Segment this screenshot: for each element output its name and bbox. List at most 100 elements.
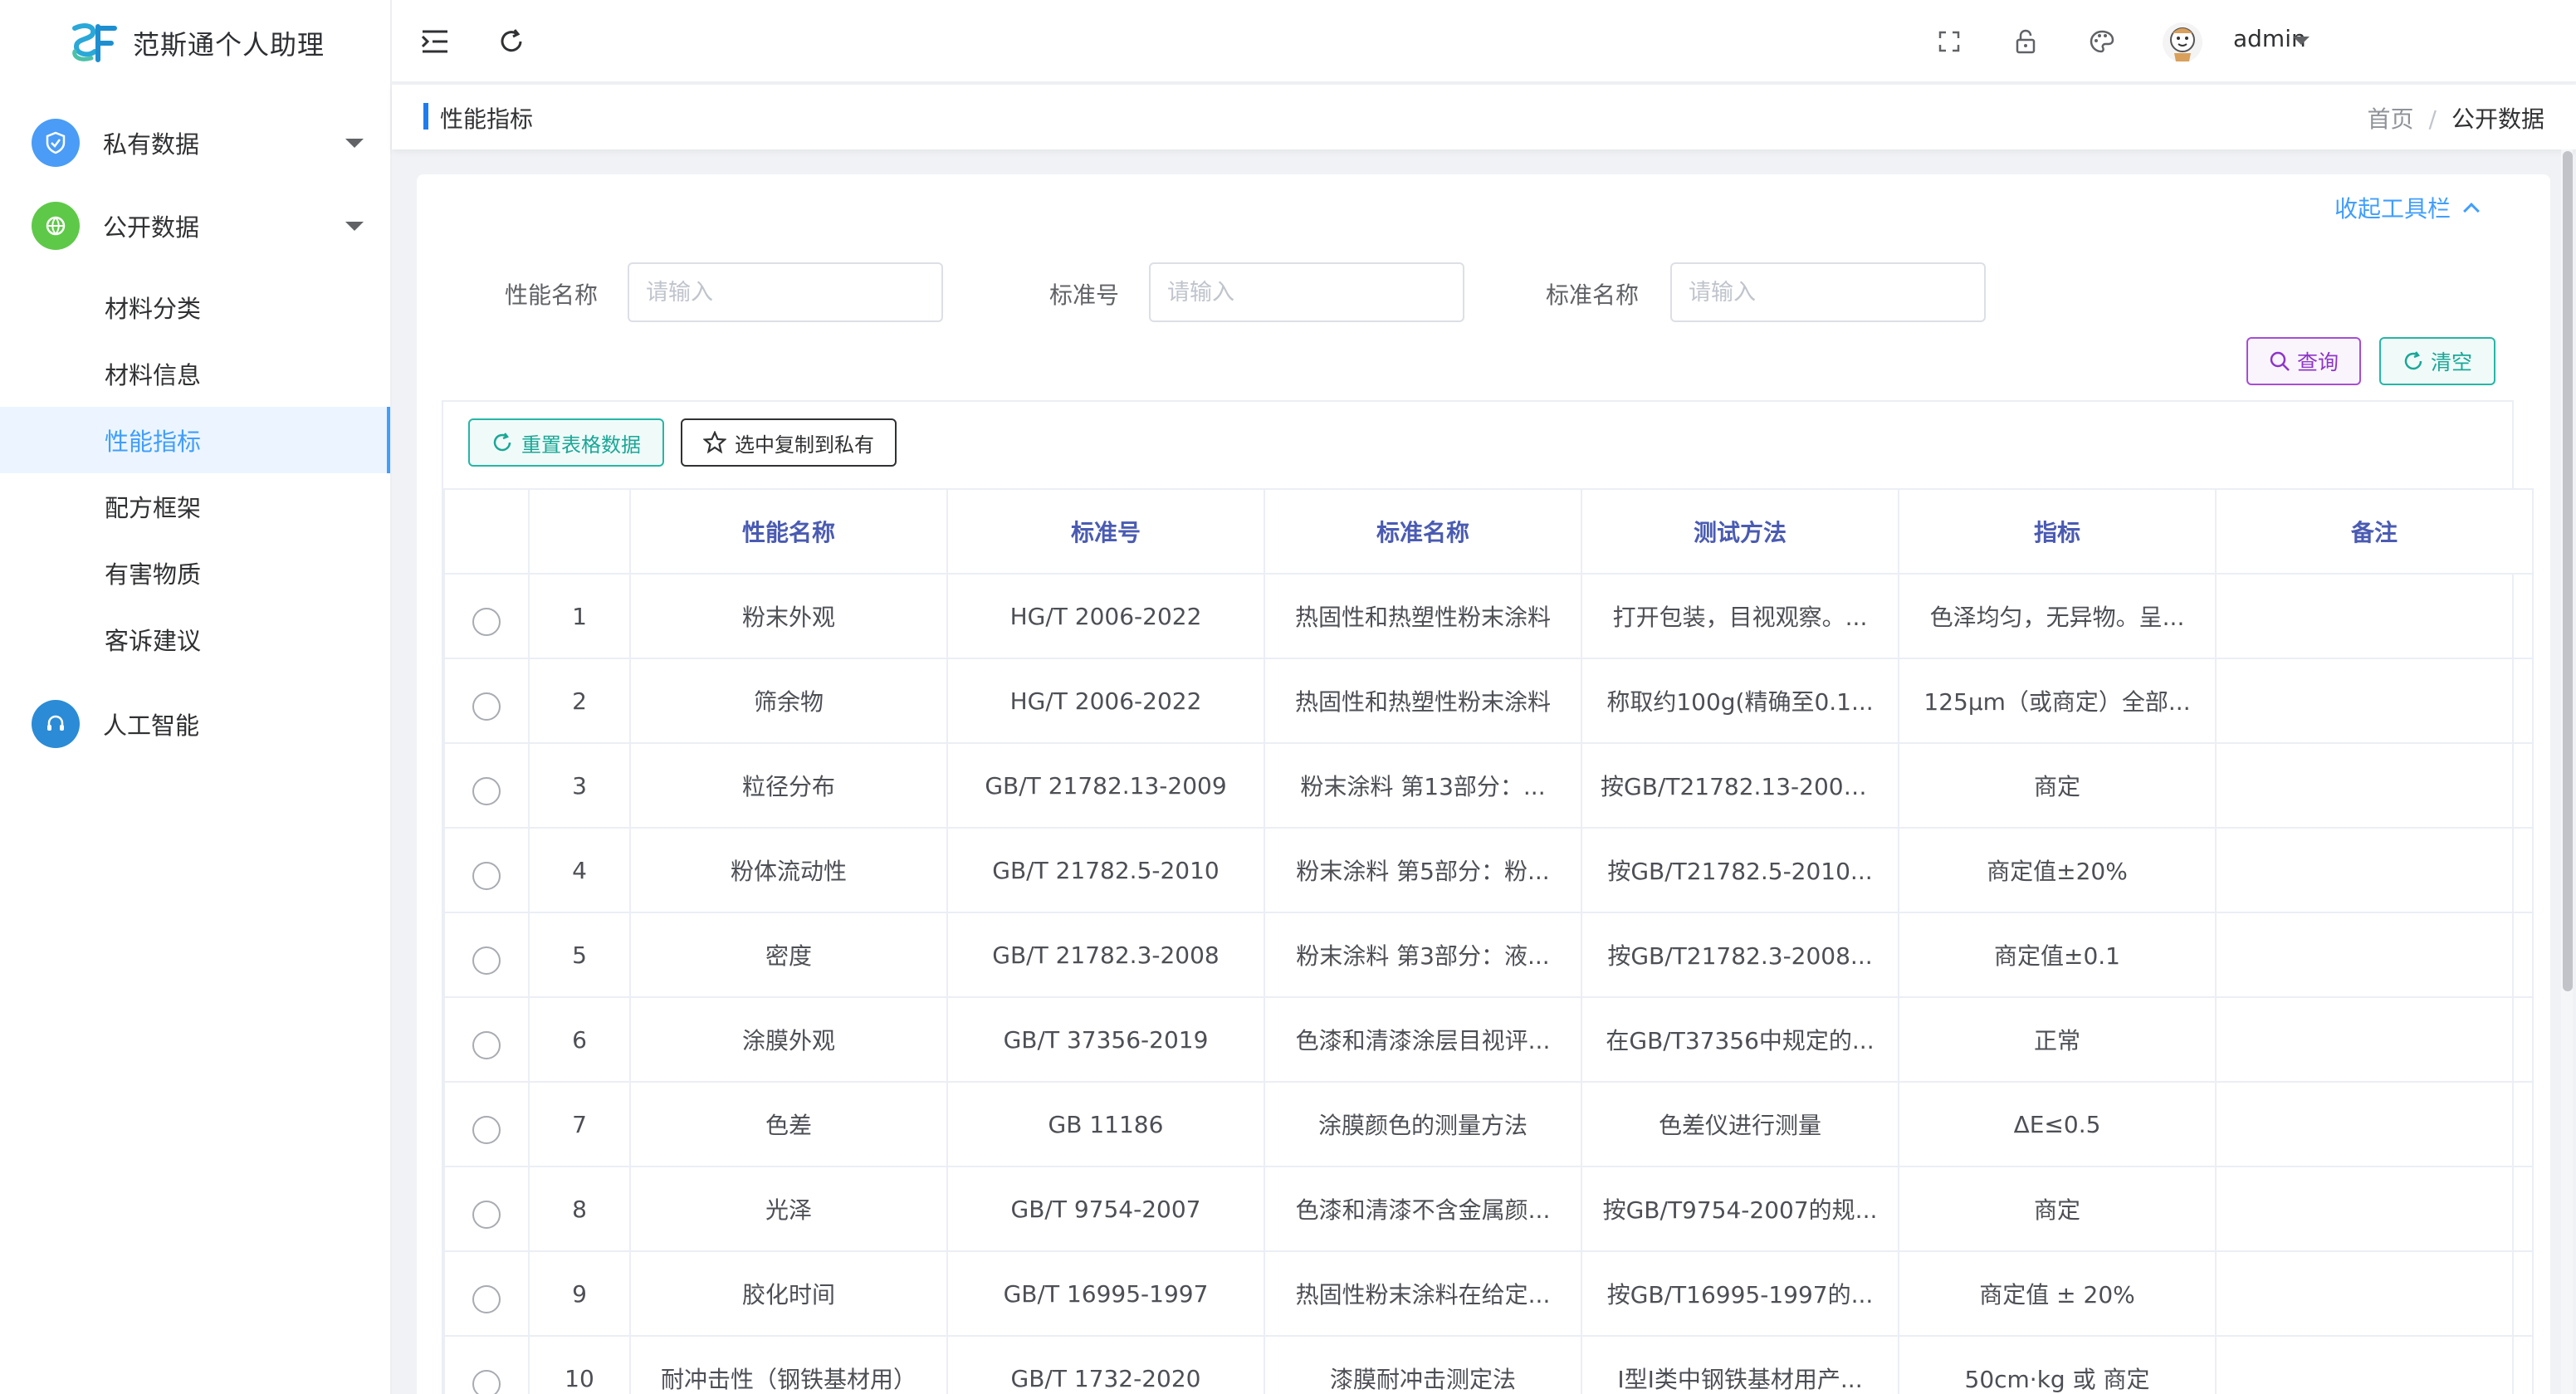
- sidebar-item-material-info[interactable]: 材料信息: [0, 340, 390, 407]
- page-scrollbar-thumb[interactable]: [2563, 151, 2573, 991]
- column-header-index: [528, 488, 631, 575]
- sidebar-item-formula-framework[interactable]: 配方框架: [0, 473, 390, 540]
- cell-standard-name: 粉末涂料 第3部分：液...: [1264, 912, 1582, 998]
- sidebar-item-performance-index[interactable]: 性能指标: [0, 407, 390, 473]
- clear-button[interactable]: 清空: [2379, 337, 2495, 385]
- breadcrumb-bar: 性能指标 首页 / 公开数据: [392, 85, 2576, 149]
- fullscreen-icon[interactable]: [1931, 23, 1967, 60]
- sidebar-item-complaints-suggestions[interactable]: 客诉建议: [0, 606, 390, 673]
- cell-index: 5: [528, 912, 631, 998]
- row-select-cell: [443, 827, 530, 913]
- refresh-icon[interactable]: [493, 23, 530, 60]
- standard-no-input[interactable]: [1149, 262, 1464, 322]
- row-radio[interactable]: [472, 1030, 501, 1059]
- cell-standard-name: 漆膜耐冲击测定法: [1264, 1335, 1582, 1394]
- menu-group-public-data[interactable]: 公开数据: [0, 193, 390, 259]
- row-radio[interactable]: [472, 946, 501, 975]
- cell-remarks: [2215, 573, 2534, 659]
- sidebar-item-label: 材料分类: [105, 295, 202, 323]
- column-header-select: [443, 488, 530, 575]
- lock-icon[interactable]: [2007, 23, 2044, 60]
- column-header-standard-name[interactable]: 标准名称: [1264, 488, 1582, 575]
- row-radio[interactable]: [472, 1115, 501, 1144]
- row-select-cell: [443, 996, 530, 1083]
- sidebar-item-label: 有害物质: [105, 560, 202, 589]
- copy-to-private-button[interactable]: 选中复制到私有: [681, 418, 897, 467]
- row-select-cell: [443, 742, 530, 829]
- row-radio[interactable]: [472, 776, 501, 805]
- row-radio[interactable]: [472, 861, 501, 890]
- property-name-input[interactable]: [628, 262, 943, 322]
- table-row[interactable]: 4 粉体流动性 GB/T 21782.5-2010 粉末涂料 第5部分：粉...…: [443, 827, 2534, 913]
- cell-remarks: [2215, 1335, 2534, 1394]
- content-panel: 收起工具栏 性能名称 标准号 标准名称 查询 清空 重置表格数据 选中复制到私有: [417, 174, 2550, 1394]
- menu-fold-icon[interactable]: [417, 23, 453, 60]
- row-radio[interactable]: [472, 607, 501, 636]
- table-row[interactable]: 7 色差 GB 11186 涂膜颜色的测量方法 色差仪进行测量 ΔE≤0.5: [443, 1081, 2534, 1167]
- cell-test-method: 按GB/T9754-2007的规...: [1581, 1166, 1899, 1252]
- row-select-cell: [443, 658, 530, 744]
- menu-group-ai[interactable]: 人工智能: [0, 691, 390, 757]
- row-radio[interactable]: [472, 692, 501, 721]
- reset-table-button[interactable]: 重置表格数据: [468, 418, 664, 467]
- user-dropdown-icon[interactable]: [2293, 37, 2310, 45]
- cell-remarks: [2215, 996, 2534, 1083]
- cell-indicator: 正常: [1898, 996, 2217, 1083]
- table-row[interactable]: 3 粒径分布 GB/T 21782.13-2009 粉末涂料 第13部分：...…: [443, 742, 2534, 829]
- query-button[interactable]: 查询: [2246, 337, 2361, 385]
- table-row[interactable]: 9 胶化时间 GB/T 16995-1997 热固性粉末涂料在给定... 按GB…: [443, 1250, 2534, 1337]
- row-radio[interactable]: [472, 1369, 501, 1394]
- row-select-cell: [443, 1335, 530, 1394]
- column-header-remarks[interactable]: 备注: [2215, 488, 2534, 575]
- app-logo[interactable]: 范斯通个人助理: [70, 20, 325, 66]
- cell-property-name: 光泽: [629, 1166, 948, 1252]
- cell-index: 8: [528, 1166, 631, 1252]
- cell-property-name: 密度: [629, 912, 948, 998]
- cell-standard-no: GB/T 21782.3-2008: [946, 912, 1265, 998]
- column-header-standard-no[interactable]: 标准号: [946, 488, 1265, 575]
- palette-icon[interactable]: [2084, 23, 2120, 60]
- menu-group-private-data[interactable]: 私有数据: [0, 110, 390, 176]
- cell-test-method: 在GB/T37356中规定的...: [1581, 996, 1899, 1083]
- cell-standard-no: GB 11186: [946, 1081, 1265, 1167]
- table-row[interactable]: 10 耐冲击性（钢铁基材用） GB/T 1732-2020 漆膜耐冲击测定法 Ⅰ…: [443, 1335, 2534, 1394]
- property-name-label: 性能名称: [505, 281, 599, 309]
- table-row[interactable]: 2 筛余物 HG/T 2006-2022 热固性和热塑性粉末涂料 称取约100g…: [443, 658, 2534, 744]
- standard-name-input[interactable]: [1670, 262, 1986, 322]
- row-select-cell: [443, 912, 530, 998]
- cell-standard-name: 色漆和清漆涂层目视评...: [1264, 996, 1582, 1083]
- sidebar-item-material-category[interactable]: 材料分类: [0, 274, 390, 340]
- breadcrumb-home[interactable]: 首页: [2368, 105, 2414, 133]
- breadcrumb-current: 公开数据: [2451, 105, 2544, 133]
- avatar[interactable]: [2160, 20, 2205, 65]
- cell-property-name: 耐冲击性（钢铁基材用）: [629, 1335, 948, 1394]
- table-row[interactable]: 1 粉末外观 HG/T 2006-2022 热固性和热塑性粉末涂料 打开包装，目…: [443, 573, 2534, 659]
- row-radio[interactable]: [472, 1200, 501, 1229]
- column-header-test-method[interactable]: 测试方法: [1581, 488, 1899, 575]
- column-header-indicator[interactable]: 指标: [1898, 488, 2217, 575]
- row-select-cell: [443, 1166, 530, 1252]
- cell-standard-name: 涂膜颜色的测量方法: [1264, 1081, 1582, 1167]
- cell-standard-name: 热固性和热塑性粉末涂料: [1264, 658, 1582, 744]
- sidebar-item-hazardous-substances[interactable]: 有害物质: [0, 540, 390, 606]
- table-row[interactable]: 6 涂膜外观 GB/T 37356-2019 色漆和清漆涂层目视评... 在GB…: [443, 996, 2534, 1083]
- cell-index: 4: [528, 827, 631, 913]
- cell-property-name: 筛余物: [629, 658, 948, 744]
- headset-icon: [32, 700, 80, 748]
- cell-remarks: [2215, 1250, 2534, 1337]
- column-header-property-name[interactable]: 性能名称: [629, 488, 948, 575]
- table-row[interactable]: 8 光泽 GB/T 9754-2007 色漆和清漆不含金属颜... 按GB/T9…: [443, 1166, 2534, 1252]
- star-icon: [703, 431, 726, 454]
- cell-test-method: 打开包装，目视观察。...: [1581, 573, 1899, 659]
- cell-index: 10: [528, 1335, 631, 1394]
- title-accent-bar: [423, 103, 428, 130]
- cell-test-method: 按GB/T21782.5-2010...: [1581, 827, 1899, 913]
- standard-no-label: 标准号: [1049, 281, 1120, 309]
- cell-indicator: 商定值±0.1: [1898, 912, 2217, 998]
- cell-property-name: 粒径分布: [629, 742, 948, 829]
- table-row[interactable]: 5 密度 GB/T 21782.3-2008 粉末涂料 第3部分：液... 按G…: [443, 912, 2534, 998]
- collapse-toolbar-button[interactable]: 收起工具栏: [2334, 191, 2480, 224]
- row-radio[interactable]: [472, 1284, 501, 1313]
- breadcrumb: 首页 / 公开数据: [2368, 101, 2544, 135]
- cell-standard-no: GB/T 1732-2020: [946, 1335, 1265, 1394]
